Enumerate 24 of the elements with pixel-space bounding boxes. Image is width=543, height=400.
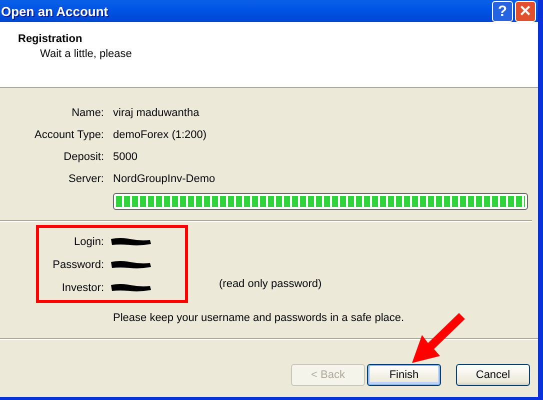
field-label: Password: [52, 258, 104, 270]
help-button[interactable]: ? [492, 0, 513, 22]
dialog-button[interactable]: Finish [367, 364, 441, 386]
field-label: Server: [68, 173, 104, 185]
notice-text: Please keep your username and passwords in a safe place. [113, 312, 406, 324]
page-title: Registration [18, 33, 84, 45]
redaction-scribble [110, 260, 152, 269]
dialog-button[interactable]: Cancel [456, 364, 530, 386]
field-value: demoForex (1:200) [113, 129, 208, 141]
redaction-scribble [110, 237, 152, 246]
field-value: NordGroupInv-Demo [113, 173, 216, 185]
field-label: Investor: [60, 282, 104, 294]
field-label: Account Type: [33, 129, 104, 141]
field-label: Login: [73, 236, 104, 248]
page-subtitle: Wait a little, please [40, 48, 133, 60]
field-value: viraj maduwantha [113, 107, 200, 119]
field-value: 5000 [113, 151, 138, 163]
redaction-scribble [110, 283, 152, 292]
field-label: Deposit: [62, 151, 104, 163]
annotation-arrow [410, 313, 465, 363]
note-text: (read only password) [219, 278, 322, 290]
window-title: Open an Account [0, 4, 110, 18]
close-button[interactable]: ✕ [515, 0, 536, 22]
field-label: Name: [70, 107, 104, 119]
